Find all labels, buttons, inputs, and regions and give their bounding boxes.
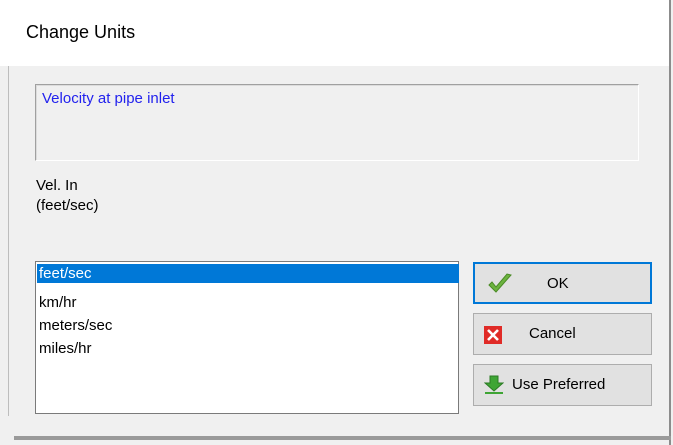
check-icon [488,273,512,293]
use-preferred-button-label: Use Preferred [512,376,606,393]
change-units-dialog: Change Units Velocity at pipe inlet Vel.… [0,0,673,445]
unit-option-km-hr[interactable]: km/hr [37,293,459,312]
ok-button-label: OK [547,275,569,292]
green-down-arrow-icon [484,375,504,394]
dialog-title: Change Units [26,22,136,42]
use-preferred-button[interactable]: Use Preferred [473,364,652,406]
title-bar: Change Units [0,0,669,66]
ok-button[interactable]: OK [473,262,652,304]
unit-option-meters-sec[interactable]: meters/sec [37,316,459,335]
cancel-button[interactable]: Cancel [473,313,652,355]
parameter-label: Vel. In [36,177,78,194]
units-listbox[interactable]: feet/sec km/hr meters/sec miles/hr [35,261,459,414]
window-border-bottom [14,436,671,440]
window-border-left [8,66,9,416]
unit-option-feet-sec[interactable]: feet/sec [37,264,459,283]
cancel-button-label: Cancel [529,325,576,342]
window-border-right [669,0,671,445]
red-x-icon [484,326,502,344]
unit-option-miles-hr[interactable]: miles/hr [37,339,459,358]
description-text: Velocity at pipe inlet [42,90,175,107]
current-unit-label: (feet/sec) [36,197,99,214]
description-box: Velocity at pipe inlet [35,84,639,161]
